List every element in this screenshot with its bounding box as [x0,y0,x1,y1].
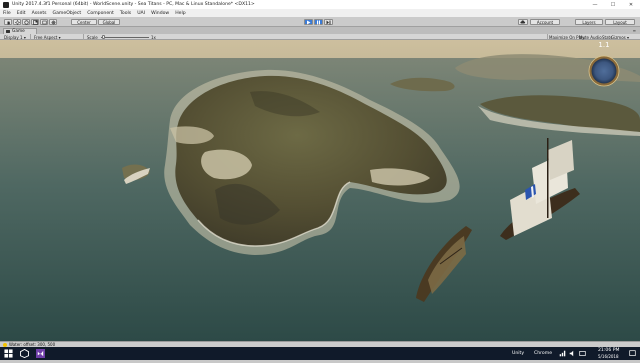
gamepad-icon [6,30,10,33]
tab-menu-icon[interactable]: ≡ [633,28,636,33]
pause-icon [317,20,320,24]
compass-value: 1.1 [598,41,609,49]
account-dropdown[interactable]: Account [530,19,560,25]
gizmos-label: Gizmos [611,34,626,40]
scale-slider-handle[interactable] [102,35,105,39]
warning-icon [3,342,7,347]
collab-cloud-button[interactable] [518,19,528,25]
close-button[interactable]: ✕ [622,0,640,9]
game-scene: 1.1 [0,40,640,341]
maximize-button[interactable]: ☐ [604,0,622,9]
display-label: Display 1 [4,34,23,40]
step-button[interactable] [324,19,333,25]
global-toggle-label: Global [102,19,116,25]
taskbar: Unity Chrome 21:06 PM 5/16/2018 [0,347,640,360]
rotate-icon [23,19,29,25]
notification-icon[interactable] [629,350,636,357]
global-toggle[interactable]: Global [98,19,120,25]
tray-unity-label[interactable]: Unity [512,347,524,360]
window-title-bar: Unity 2017.4.3f1 Personal (64bit) - Worl… [0,0,640,9]
minimize-button[interactable]: — [586,0,604,9]
menu-tools[interactable]: Tools [120,11,131,16]
menu-file[interactable]: File [3,11,11,16]
layers-label: Layers [582,19,596,25]
rotate-tool-button[interactable] [22,19,30,25]
network-icon[interactable] [559,350,566,357]
hand-tool-button[interactable] [4,19,12,25]
game-viewport[interactable]: 1.1 [0,40,640,341]
compass-hud [588,55,620,87]
menu-uai[interactable]: UAI [137,11,145,16]
transform-icon [51,20,55,24]
rect-tool-button[interactable] [40,19,48,25]
visual-studio-icon[interactable] [36,349,45,358]
clock-date[interactable]: 5/16/2018 [598,350,619,363]
main-toolbar: Center Global Account Layers Layout [0,17,640,27]
windows-start-icon[interactable] [4,349,13,358]
scale-icon [32,19,38,25]
scale-tool-button[interactable] [31,19,39,25]
step-icon [326,20,331,24]
unity-app-icon [3,1,9,8]
tray-chrome-label[interactable]: Chrome [534,347,552,360]
pause-button[interactable] [314,19,323,25]
tab-row: Game ≡ [0,27,640,34]
hand-icon [7,20,10,24]
volume-icon[interactable] [569,350,576,357]
language-icon[interactable] [579,350,586,357]
layout-label: Layout [613,19,627,25]
pivot-toggle-label: Center [77,19,91,25]
move-icon [14,19,20,25]
play-button[interactable] [304,19,313,25]
play-icon [307,20,311,24]
pivot-toggle[interactable]: Center [71,19,97,25]
layout-dropdown[interactable]: Layout [605,19,635,25]
transform-tool-button[interactable] [49,19,57,25]
cloud-icon [520,20,526,24]
scale-slider-track[interactable] [101,36,149,38]
menu-component[interactable]: Component [87,11,114,16]
menu-edit[interactable]: Edit [17,11,26,16]
account-label: Account [536,19,554,25]
menu-assets[interactable]: Assets [32,11,47,16]
rect-tool-icon [41,20,47,24]
compass-face [591,58,617,84]
unity-taskbar-icon[interactable] [20,349,29,358]
window-title: Unity 2017.4.3f1 Personal (64bit) - Worl… [12,2,255,7]
move-tool-button[interactable] [13,19,21,25]
menu-bar: File Edit Assets GameObject Component To… [0,9,640,17]
menu-window[interactable]: Window [151,11,169,16]
menu-help[interactable]: Help [175,11,185,16]
layers-dropdown[interactable]: Layers [575,19,603,25]
aspect-label: Free Aspect [34,34,58,40]
menu-gameobject[interactable]: GameObject [53,11,82,16]
